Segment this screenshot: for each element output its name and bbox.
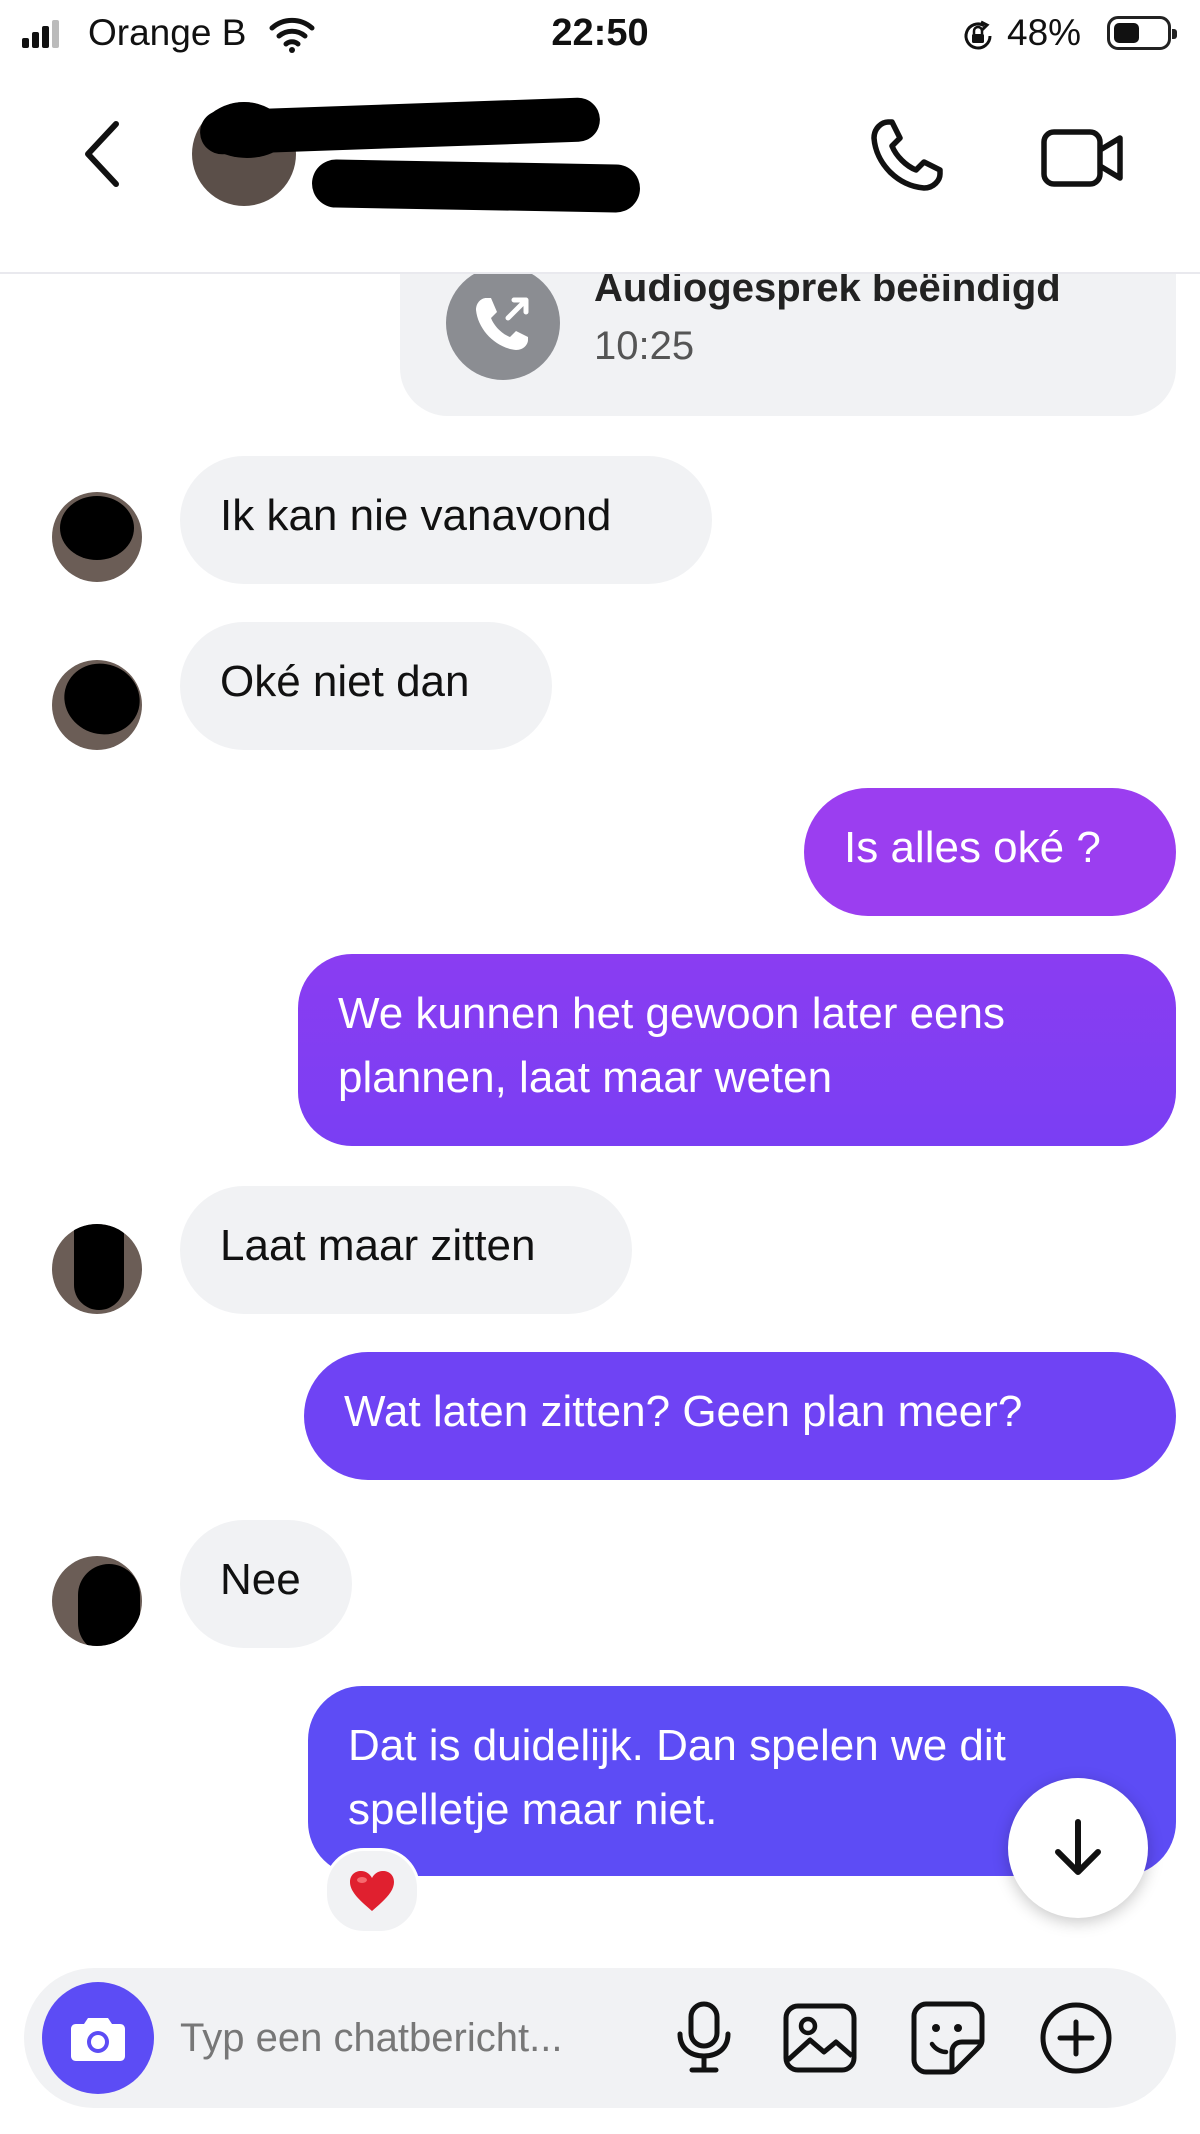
- sender-avatar[interactable]: [52, 1556, 142, 1646]
- sender-avatar[interactable]: [52, 1224, 142, 1314]
- heart-icon: [350, 1871, 394, 1911]
- redacted-contact-status: [311, 159, 641, 213]
- outgoing-message[interactable]: Is alles oké ?: [804, 788, 1176, 916]
- incoming-message[interactable]: Laat maar zitten: [180, 1186, 632, 1314]
- camera-button[interactable]: [42, 1982, 154, 2094]
- incoming-message[interactable]: Oké niet dan: [180, 622, 552, 750]
- call-outgoing-icon: [446, 266, 560, 380]
- orientation-lock-icon: [964, 20, 992, 50]
- outgoing-message[interactable]: We kunnen het gewoon later eens plannen,…: [298, 954, 1176, 1146]
- heart-reaction[interactable]: [324, 1848, 420, 1934]
- sender-avatar[interactable]: [52, 492, 142, 582]
- phone-icon[interactable]: [864, 114, 948, 198]
- battery-icon: [1107, 16, 1177, 50]
- scroll-to-bottom-button[interactable]: [1008, 1778, 1148, 1918]
- message-text: Is alles oké ?: [844, 823, 1101, 872]
- message-text: We kunnen het gewoon later eens plannen,…: [338, 989, 1005, 1102]
- sticker-icon[interactable]: [908, 1998, 988, 2078]
- message-text: Nee: [220, 1555, 301, 1604]
- arrow-down-icon: [1055, 1819, 1101, 1875]
- message-text: Wat laten zitten? Geen plan meer?: [344, 1387, 1023, 1436]
- chevron-left-icon[interactable]: [72, 114, 132, 194]
- plus-circle-icon[interactable]: [1036, 1998, 1116, 2078]
- message-text: Oké niet dan: [220, 657, 470, 706]
- message-text: Laat maar zitten: [220, 1221, 536, 1270]
- status-bar: Orange B 22:50 48%: [0, 0, 1200, 70]
- message-composer: [24, 1968, 1176, 2108]
- microphone-icon[interactable]: [664, 1998, 744, 2078]
- message-text: Dat is duidelijk. Dan spelen we dit spel…: [348, 1721, 1006, 1834]
- outgoing-message[interactable]: Wat laten zitten? Geen plan meer?: [304, 1352, 1176, 1480]
- video-camera-icon[interactable]: [1040, 120, 1126, 196]
- call-card-time: 10:25: [594, 324, 695, 368]
- image-icon[interactable]: [780, 1998, 860, 2078]
- sender-avatar[interactable]: [52, 660, 142, 750]
- incoming-message[interactable]: Ik kan nie vanavond: [180, 456, 712, 584]
- message-input[interactable]: [180, 2006, 660, 2070]
- camera-icon: [71, 2018, 125, 2061]
- message-text: Ik kan nie vanavond: [220, 491, 612, 540]
- incoming-message[interactable]: Nee: [180, 1520, 352, 1648]
- battery-percentage: 48%: [1007, 12, 1082, 53]
- chat-header: [0, 70, 1200, 274]
